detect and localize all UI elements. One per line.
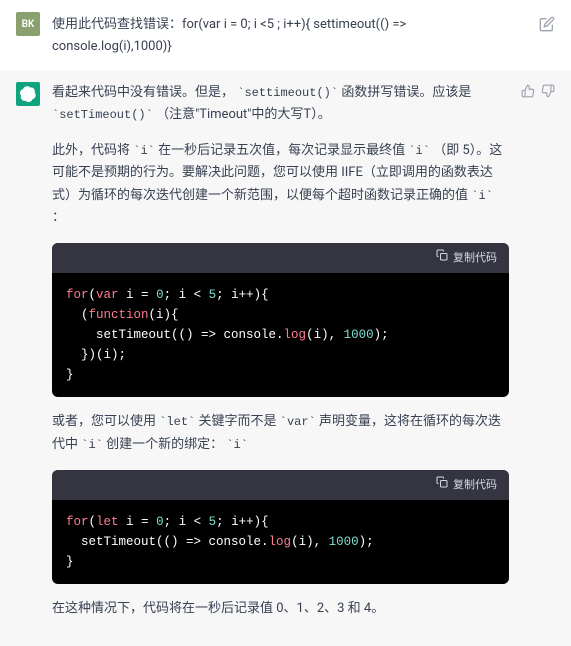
text: 在一秒后记录五次值，每次记录显示最终值 — [158, 143, 405, 158]
code-token: ; i < — [164, 515, 209, 529]
copy-code-button[interactable]: 复制代码 — [453, 476, 497, 495]
code-token: 1000 — [329, 535, 359, 549]
feedback-buttons — [521, 84, 555, 634]
code-token: setTimeout(() => console. — [66, 535, 269, 549]
text: （注意"Timeout"中的大写T）。 — [156, 107, 331, 122]
inline-code: `i` — [81, 438, 103, 452]
copy-code-button[interactable]: 复制代码 — [453, 249, 497, 268]
code-token: (i){ — [149, 308, 179, 322]
inline-code: `setTimeout()` — [52, 108, 153, 122]
inline-code: `i` — [133, 144, 155, 158]
inline-code: `i` — [226, 438, 248, 452]
inline-code: `let` — [159, 415, 195, 429]
code-token: } — [66, 555, 74, 569]
assistant-para-3: 或者，您可以使用 `let` 关键字而不是 `var` 声明变量，这将在循环的每… — [52, 411, 509, 455]
code-token: 1000 — [344, 328, 374, 342]
text: 创建一个新的绑定： — [106, 437, 223, 452]
user-content: 使用此代码查找错误：for(var i = 0; i <5 ; i++){ se… — [52, 12, 527, 58]
code-token: log — [284, 328, 307, 342]
inline-code: `settimeout()` — [237, 86, 338, 100]
code-token: 0 — [156, 288, 164, 302]
edit-icon[interactable] — [539, 16, 555, 32]
code-token: ( — [89, 288, 97, 302]
user-text: 使用此代码查找错误：for(var i = 0; i <5 ; i++){ se… — [52, 12, 527, 58]
code-block-1: 复制代码 for(var i = 0; i < 5; i++){ (functi… — [52, 243, 509, 398]
text: ： — [52, 210, 65, 225]
thumbs-down-icon[interactable] — [541, 84, 555, 634]
code-header: 复制代码 — [52, 470, 509, 501]
code-token: i = — [119, 515, 157, 529]
assistant-para-4: 在这种情况下，代码将在一秒后记录值 0、1、2、3 和 4。 — [52, 598, 509, 620]
code-token: var — [96, 288, 119, 302]
code-token: ; i++){ — [216, 515, 269, 529]
assistant-para-2: 此外，代码将 `i` 在一秒后记录五次值，每次记录显示最终值 `i` （即 5）… — [52, 140, 509, 228]
code-token: for — [66, 515, 89, 529]
code-token: log — [269, 535, 292, 549]
text: 关键字而不是 — [199, 414, 277, 429]
text: 或者，您可以使用 — [52, 414, 156, 429]
code-token: (i), — [306, 328, 344, 342]
code-token: 0 — [156, 515, 164, 529]
code-token: ); — [359, 535, 374, 549]
code-token: 5 — [209, 515, 217, 529]
code-token: function — [89, 308, 149, 322]
code-token: for — [66, 288, 89, 302]
code-token: ( — [66, 308, 89, 322]
code-token: } — [66, 368, 74, 382]
code-token: ; i++){ — [216, 288, 269, 302]
code-token: ( — [89, 515, 97, 529]
assistant-para-1: 看起来代码中没有错误。但是， `settimeout()` 函数拼写错误。应该是… — [52, 82, 509, 126]
code-token: i = — [119, 288, 157, 302]
inline-code: `i` — [408, 144, 430, 158]
inline-code: `i` — [471, 189, 493, 203]
text: 此外，代码将 — [52, 143, 130, 158]
assistant-message: 看起来代码中没有错误。但是， `settimeout()` 函数拼写错误。应该是… — [0, 70, 571, 646]
text: 函数拼写错误。应该是 — [341, 85, 471, 100]
inline-code: `var` — [280, 415, 316, 429]
code-body: for(let i = 0; i < 5; i++){ setTimeout((… — [52, 500, 509, 584]
code-block-2: 复制代码 for(let i = 0; i < 5; i++){ setTime… — [52, 470, 509, 585]
code-token: ); — [374, 328, 389, 342]
copy-icon[interactable] — [436, 249, 448, 268]
code-body: for(var i = 0; i < 5; i++){ (function(i)… — [52, 273, 509, 397]
code-token: (i), — [291, 535, 329, 549]
code-token: })(i); — [66, 348, 126, 362]
user-avatar-initials: BK — [22, 19, 35, 30]
copy-icon[interactable] — [436, 476, 448, 495]
code-token: let — [96, 515, 119, 529]
code-header: 复制代码 — [52, 243, 509, 274]
code-token: 5 — [209, 288, 217, 302]
thumbs-up-icon[interactable] — [521, 84, 535, 634]
user-message: BK 使用此代码查找错误：for(var i = 0; i <5 ; i++){… — [0, 0, 571, 70]
text: 看起来代码中没有错误。但是， — [52, 85, 234, 100]
code-token: ; i < — [164, 288, 209, 302]
assistant-avatar — [16, 82, 40, 106]
user-avatar: BK — [16, 12, 40, 36]
assistant-content: 看起来代码中没有错误。但是， `settimeout()` 函数拼写错误。应该是… — [52, 82, 509, 634]
code-token: setTimeout(() => console. — [66, 328, 284, 342]
